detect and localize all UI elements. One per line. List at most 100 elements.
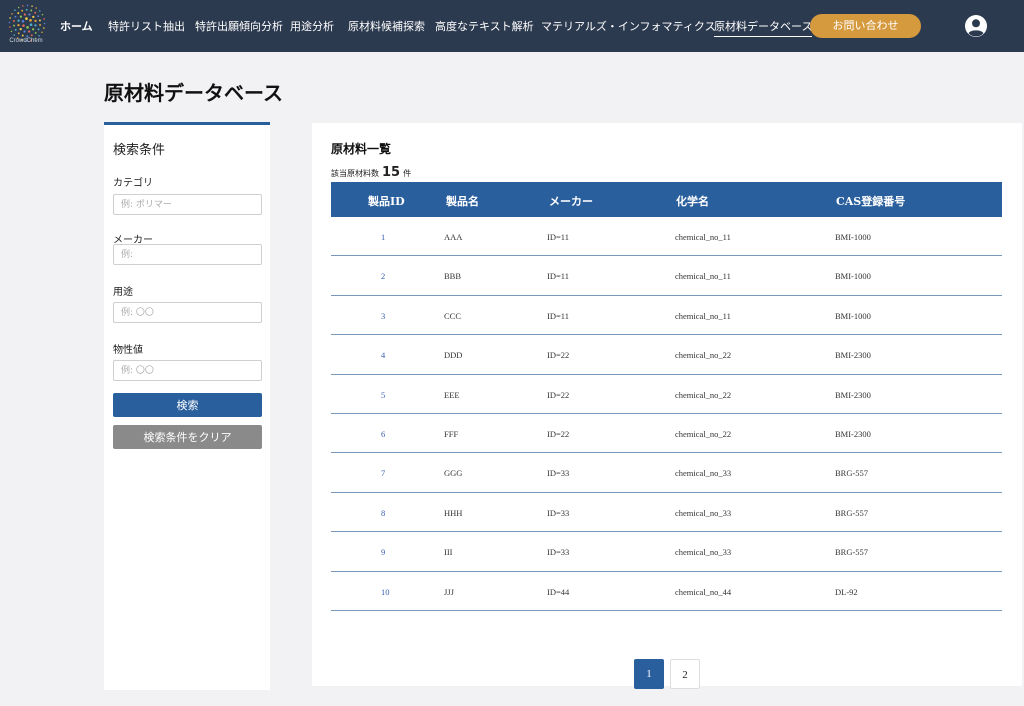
cell-chemical-name: chemical_no_22 (675, 350, 732, 361)
property-input[interactable] (113, 360, 262, 381)
table-row[interactable]: 8 HHH ID=33 chemical_no_33 BRG-557 (331, 493, 1002, 533)
cell-cas-number: BMI-1000 (835, 271, 871, 282)
cell-chemical-name: chemical_no_11 (675, 271, 731, 282)
cell-maker: ID=11 (547, 271, 569, 282)
cell-product-name: CCC (444, 310, 462, 321)
table-row[interactable]: 6 FFF ID=22 chemical_no_22 BMI-2300 (331, 414, 1002, 454)
search-button[interactable]: 検索 (113, 393, 262, 417)
cell-maker: ID=22 (547, 350, 570, 361)
table-row[interactable]: 5 EEE ID=22 chemical_no_22 BMI-2300 (331, 375, 1002, 414)
maker-input[interactable] (113, 244, 262, 265)
cell-product-id[interactable]: 2 (381, 271, 385, 281)
cell-product-name: GGG (444, 468, 463, 479)
cell-chemical-name: chemical_no_11 (675, 232, 731, 242)
cell-maker: ID=11 (547, 310, 569, 321)
cell-maker: ID=22 (547, 389, 570, 400)
cell-cas-number: BMI-1000 (835, 232, 871, 242)
cell-product-name: FFF (444, 428, 459, 439)
use-input[interactable] (113, 302, 262, 323)
cell-product-id[interactable]: 6 (381, 429, 385, 439)
cell-chemical-name: chemical_no_22 (675, 389, 732, 400)
table-header: 製品ID 製品名 メーカー 化学名 CAS登録番号 (331, 182, 1002, 217)
cell-product-id[interactable]: 7 (381, 468, 385, 478)
cell-maker: ID=22 (547, 428, 570, 439)
cell-cas-number: BRG-557 (835, 468, 869, 479)
cell-product-id[interactable]: 9 (381, 547, 385, 557)
cell-cas-number: BMI-1000 (835, 310, 871, 321)
cell-maker: ID=33 (547, 547, 570, 558)
table-body: 1 AAA ID=11 chemical_no_11 BMI-1000 2 BBB ID=11… (331, 217, 1002, 611)
category-input[interactable] (113, 194, 262, 215)
property-label: 物性値 (113, 345, 143, 356)
cell-cas-number: BRG-557 (835, 547, 869, 558)
cell-product-id[interactable]: 5 (381, 390, 385, 400)
top-navigation-bar: CrowdChem ホーム 特許リスト抽出 特許出願傾向分析 用途分析 原材料候… (0, 0, 1024, 52)
result-count-prefix: 該当原材料数 (331, 169, 379, 178)
table-row[interactable]: 4 DDD ID=22 chemical_no_22 BMI-2300 (331, 335, 1002, 375)
table-row[interactable]: 2 BBB ID=11 chemical_no_11 BMI-1000 (331, 256, 1002, 296)
cell-maker: ID=33 (547, 507, 570, 518)
nav-home[interactable]: ホーム (60, 18, 93, 34)
cell-cas-number: BRG-557 (835, 507, 869, 518)
cell-chemical-name: chemical_no_33 (675, 468, 732, 479)
cell-cas-number: BMI-2300 (835, 389, 871, 400)
column-header-product-id[interactable]: 製品ID (368, 193, 405, 209)
material-list-title: 原材料一覧 (331, 142, 392, 156)
table-row[interactable]: 9 III ID=33 chemical_no_33 BRG-557 (331, 532, 1002, 572)
column-header-product-name[interactable]: 製品名 (446, 193, 479, 209)
cell-product-name: DDD (444, 350, 463, 361)
contact-button[interactable]: お問い合わせ (810, 14, 921, 38)
cell-product-name: JJJ (444, 586, 454, 597)
page-title: 原材料データベース (104, 81, 283, 105)
cell-product-name: III (444, 547, 453, 558)
use-label: 用途 (113, 287, 133, 298)
cell-chemical-name: chemical_no_33 (675, 507, 732, 518)
cell-product-id[interactable]: 8 (381, 508, 385, 518)
cell-chemical-name: chemical_no_33 (675, 547, 732, 558)
clear-conditions-button[interactable]: 検索条件をクリア (113, 425, 262, 449)
cell-chemical-name: chemical_no_11 (675, 310, 731, 321)
nav-materials-informatics[interactable]: マテリアルズ・インフォマティクス (541, 18, 716, 34)
column-header-chemical-name[interactable]: 化学名 (676, 193, 709, 209)
cell-product-name: HHH (444, 507, 463, 518)
cell-product-name: BBB (444, 271, 462, 282)
cell-product-id[interactable]: 1 (381, 232, 385, 242)
category-label: カテゴリ (113, 178, 153, 189)
table-row[interactable]: 7 GGG ID=33 chemical_no_33 BRG-557 (331, 453, 1002, 493)
cell-cas-number: BMI-2300 (835, 428, 871, 439)
cell-product-name: AAA (444, 232, 463, 242)
result-count-suffix: 件 (403, 169, 412, 178)
nav-use-analysis[interactable]: 用途分析 (290, 18, 334, 34)
nav-text-analysis[interactable]: 高度なテキスト解析 (435, 18, 534, 34)
cell-maker: ID=11 (547, 232, 569, 242)
search-conditions-title: 検索条件 (113, 143, 166, 158)
column-header-maker[interactable]: メーカー (549, 193, 593, 209)
cell-product-id[interactable]: 3 (381, 311, 385, 321)
search-conditions-panel: 検索条件 カテゴリ メーカー 用途 物性値 検索 検索条件をクリア (104, 122, 270, 690)
page-button-current[interactable]: 1 (634, 659, 664, 689)
table-row[interactable]: 3 CCC ID=11 chemical_no_11 BMI-1000 (331, 296, 1002, 336)
cell-cas-number: DL-92 (835, 586, 858, 597)
cell-product-id[interactable]: 4 (381, 350, 385, 360)
cell-cas-number: BMI-2300 (835, 350, 871, 361)
column-header-cas-number[interactable]: CAS登録番号 (836, 193, 905, 209)
cell-maker: ID=33 (547, 468, 570, 479)
nav-patent-list[interactable]: 特許リスト抽出 (108, 18, 185, 34)
logo-text: CrowdChem (9, 38, 43, 44)
table-row[interactable]: 10 JJJ ID=44 chemical_no_44 DL-92 (331, 572, 1002, 611)
result-count-number: 15 (382, 165, 401, 180)
account-icon[interactable] (964, 14, 988, 38)
table-row[interactable]: 1 AAA ID=11 chemical_no_11 BMI-1000 (331, 217, 1002, 257)
page-button[interactable]: 2 (670, 659, 700, 689)
cell-chemical-name: chemical_no_22 (675, 428, 732, 439)
cell-chemical-name: chemical_no_44 (675, 586, 732, 597)
result-count: 該当原材料数 15 件 (331, 165, 411, 180)
cell-product-name: EEE (444, 389, 460, 400)
material-table: 製品ID 製品名 メーカー 化学名 CAS登録番号 1 AAA ID=11 chemi… (331, 182, 1002, 611)
material-list-panel: 原材料一覧 該当原材料数 15 件 製品ID 製品名 メーカー 化学名 CAS登録番… (312, 123, 1022, 689)
nav-material-search[interactable]: 原材料候補探索 (348, 18, 425, 34)
cell-maker: ID=44 (547, 586, 570, 597)
nav-material-database[interactable]: 原材料データベース (714, 18, 813, 37)
cell-product-id[interactable]: 10 (381, 587, 390, 597)
nav-patent-trend[interactable]: 特許出願傾向分析 (195, 18, 283, 34)
